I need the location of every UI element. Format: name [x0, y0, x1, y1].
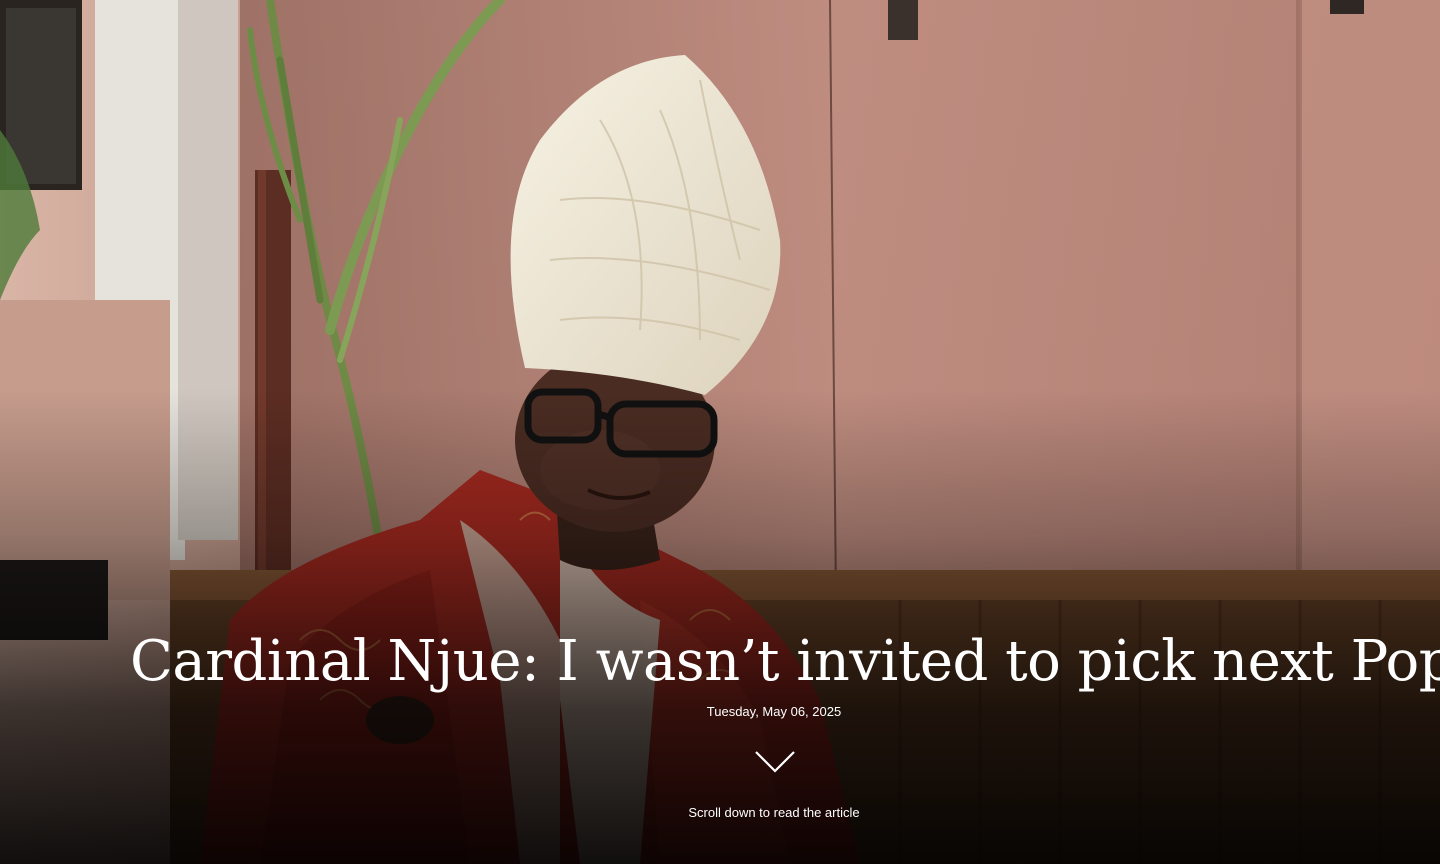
chevron-down-icon[interactable]: [752, 748, 798, 776]
article-hero: Cardinal Njue: I wasn’t invited to pick …: [0, 0, 1440, 864]
article-headline: Cardinal Njue: I wasn’t invited to pick …: [130, 629, 1440, 694]
hero-gradient-overlay: [0, 0, 1440, 864]
article-date: Tuesday, May 06, 2025: [706, 704, 842, 719]
scroll-down-label[interactable]: Scroll down to read the article: [0, 804, 1440, 822]
